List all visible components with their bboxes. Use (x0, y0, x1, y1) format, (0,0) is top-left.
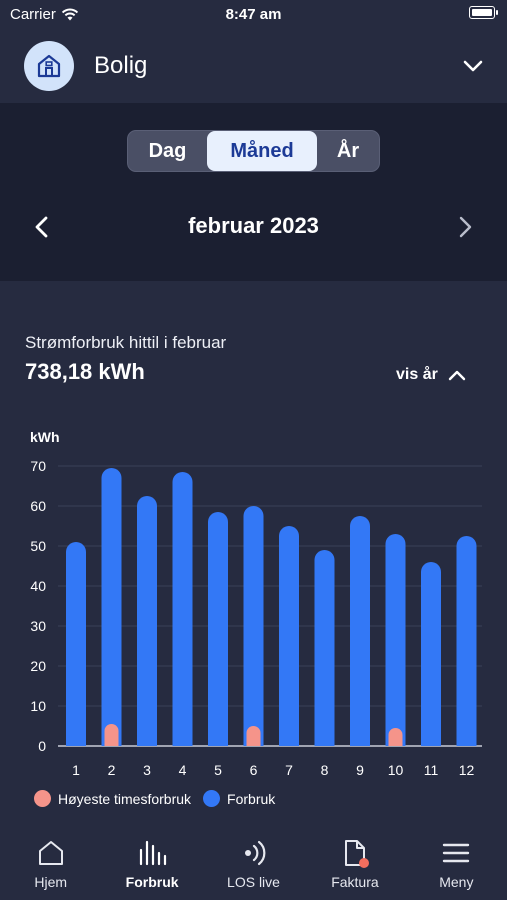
notification-dot (358, 858, 369, 868)
period-selector: Dag Måned År februar 2023 (0, 103, 507, 281)
x-tick-label: 2 (108, 762, 116, 778)
tab-consumption-label: Forbruk (125, 874, 179, 890)
tab-los-live-label: LOS live (227, 874, 280, 890)
y-tick-label: 70 (30, 458, 46, 474)
legend-peak-label: Høyeste timesforbruk (58, 790, 192, 807)
consumption-bar-base (314, 736, 335, 746)
show-year-label: vis år (396, 366, 438, 383)
consumption-bar (421, 562, 441, 746)
consumption-summary-value: 738,18 kWh (25, 359, 145, 384)
tab-bar: Hjem Forbruk LOS live Faktura Meny (0, 828, 507, 900)
consumption-bar (456, 536, 477, 746)
legend-item-consumption: Forbruk (203, 790, 275, 807)
chart-legend: Høyeste timesforbruk Forbruk (34, 790, 287, 807)
legend-consumption-label: Forbruk (227, 790, 276, 807)
segment-day[interactable]: Dag (128, 131, 207, 171)
chevron-right-icon[interactable] (453, 215, 477, 239)
y-tick-label: 60 (30, 498, 46, 514)
consumption-bar (66, 542, 86, 746)
consumption-bar (385, 534, 406, 746)
legend-consumption-swatch (203, 790, 221, 807)
consumption-bar-base (279, 736, 299, 746)
consumption-bar-base (66, 736, 86, 746)
y-tick-label: 10 (30, 698, 46, 714)
show-year-toggle[interactable]: vis år (396, 366, 466, 384)
period-label: februar 2023 (188, 213, 319, 238)
app-header: Bolig (0, 28, 507, 103)
bars-icon (140, 840, 167, 866)
period-segmented-control: Dag Måned År (127, 130, 380, 172)
chevron-down-icon[interactable] (461, 54, 485, 78)
legend-peak-swatch (34, 790, 51, 807)
consumption-bar (208, 512, 228, 746)
tab-home[interactable]: Hjem (0, 828, 101, 900)
x-tick-label: 8 (321, 762, 329, 778)
home-icon (38, 841, 63, 865)
y-axis-label: kWh (30, 429, 60, 445)
status-bar: Carrier 8:47 am (0, 0, 507, 28)
tab-home-label: Hjem (34, 874, 68, 890)
y-tick-label: 30 (30, 618, 46, 634)
tab-invoice[interactable]: Faktura (304, 828, 405, 900)
house-icon (37, 54, 61, 78)
consumption-bar-base (421, 736, 441, 746)
x-tick-label: 7 (285, 762, 293, 778)
consumption-chart: kWh0102030405060701 2 3 4 5 6 7 8 9 10 11 12 (30, 429, 482, 778)
property-avatar[interactable] (24, 41, 74, 91)
x-tick-label: 3 (143, 762, 151, 778)
consumption-bar-base (137, 736, 157, 746)
y-tick-label: 20 (30, 658, 46, 674)
property-title[interactable]: Bolig (94, 52, 147, 80)
x-tick-label: 9 (356, 762, 364, 778)
consumption-bar-base (208, 736, 228, 746)
tab-menu-label: Meny (439, 874, 474, 890)
menu-icon (443, 843, 470, 863)
x-tick-label: 12 (459, 762, 475, 778)
x-tick-label: 4 (179, 762, 187, 778)
consumption-bar-base (350, 736, 370, 746)
battery-icon (469, 6, 498, 19)
segment-year[interactable]: År (317, 131, 379, 171)
tab-menu[interactable]: Meny (406, 828, 507, 900)
segment-month[interactable]: Måned (207, 131, 317, 171)
consumption-bar (350, 516, 370, 746)
consumption-bar-base (456, 736, 477, 746)
consumption-bar (314, 550, 335, 746)
peak-bar-base (246, 739, 261, 746)
consumption-bar (137, 496, 157, 746)
consumption-bar (243, 506, 264, 746)
x-tick-label: 10 (388, 762, 404, 778)
y-tick-label: 40 (30, 578, 46, 594)
legend-item-peak: Høyeste timesforbruk (34, 790, 191, 807)
consumption-bar (172, 472, 193, 746)
document-icon (344, 840, 369, 868)
peak-bar-base (104, 739, 119, 746)
x-tick-label: 6 (250, 762, 258, 778)
consumption-bar (101, 468, 122, 746)
x-tick-label: 11 (424, 762, 439, 778)
tab-los-live[interactable]: LOS live (203, 828, 304, 900)
x-tick-label: 1 (72, 762, 80, 778)
y-tick-label: 0 (38, 738, 46, 754)
clock: 8:47 am (225, 6, 282, 23)
consumption-bar-base (172, 736, 193, 746)
chevron-up-icon (448, 370, 466, 381)
signal-icon (244, 840, 265, 866)
peak-bar-base (388, 739, 403, 746)
tab-invoice-label: Faktura (331, 874, 379, 890)
x-tick-label: 5 (214, 762, 222, 778)
tab-consumption[interactable]: Forbruk (101, 828, 202, 900)
consumption-summary-label: Strømforbruk hittil i februar (25, 333, 227, 352)
consumption-bar (279, 526, 299, 746)
y-tick-label: 50 (30, 538, 46, 554)
